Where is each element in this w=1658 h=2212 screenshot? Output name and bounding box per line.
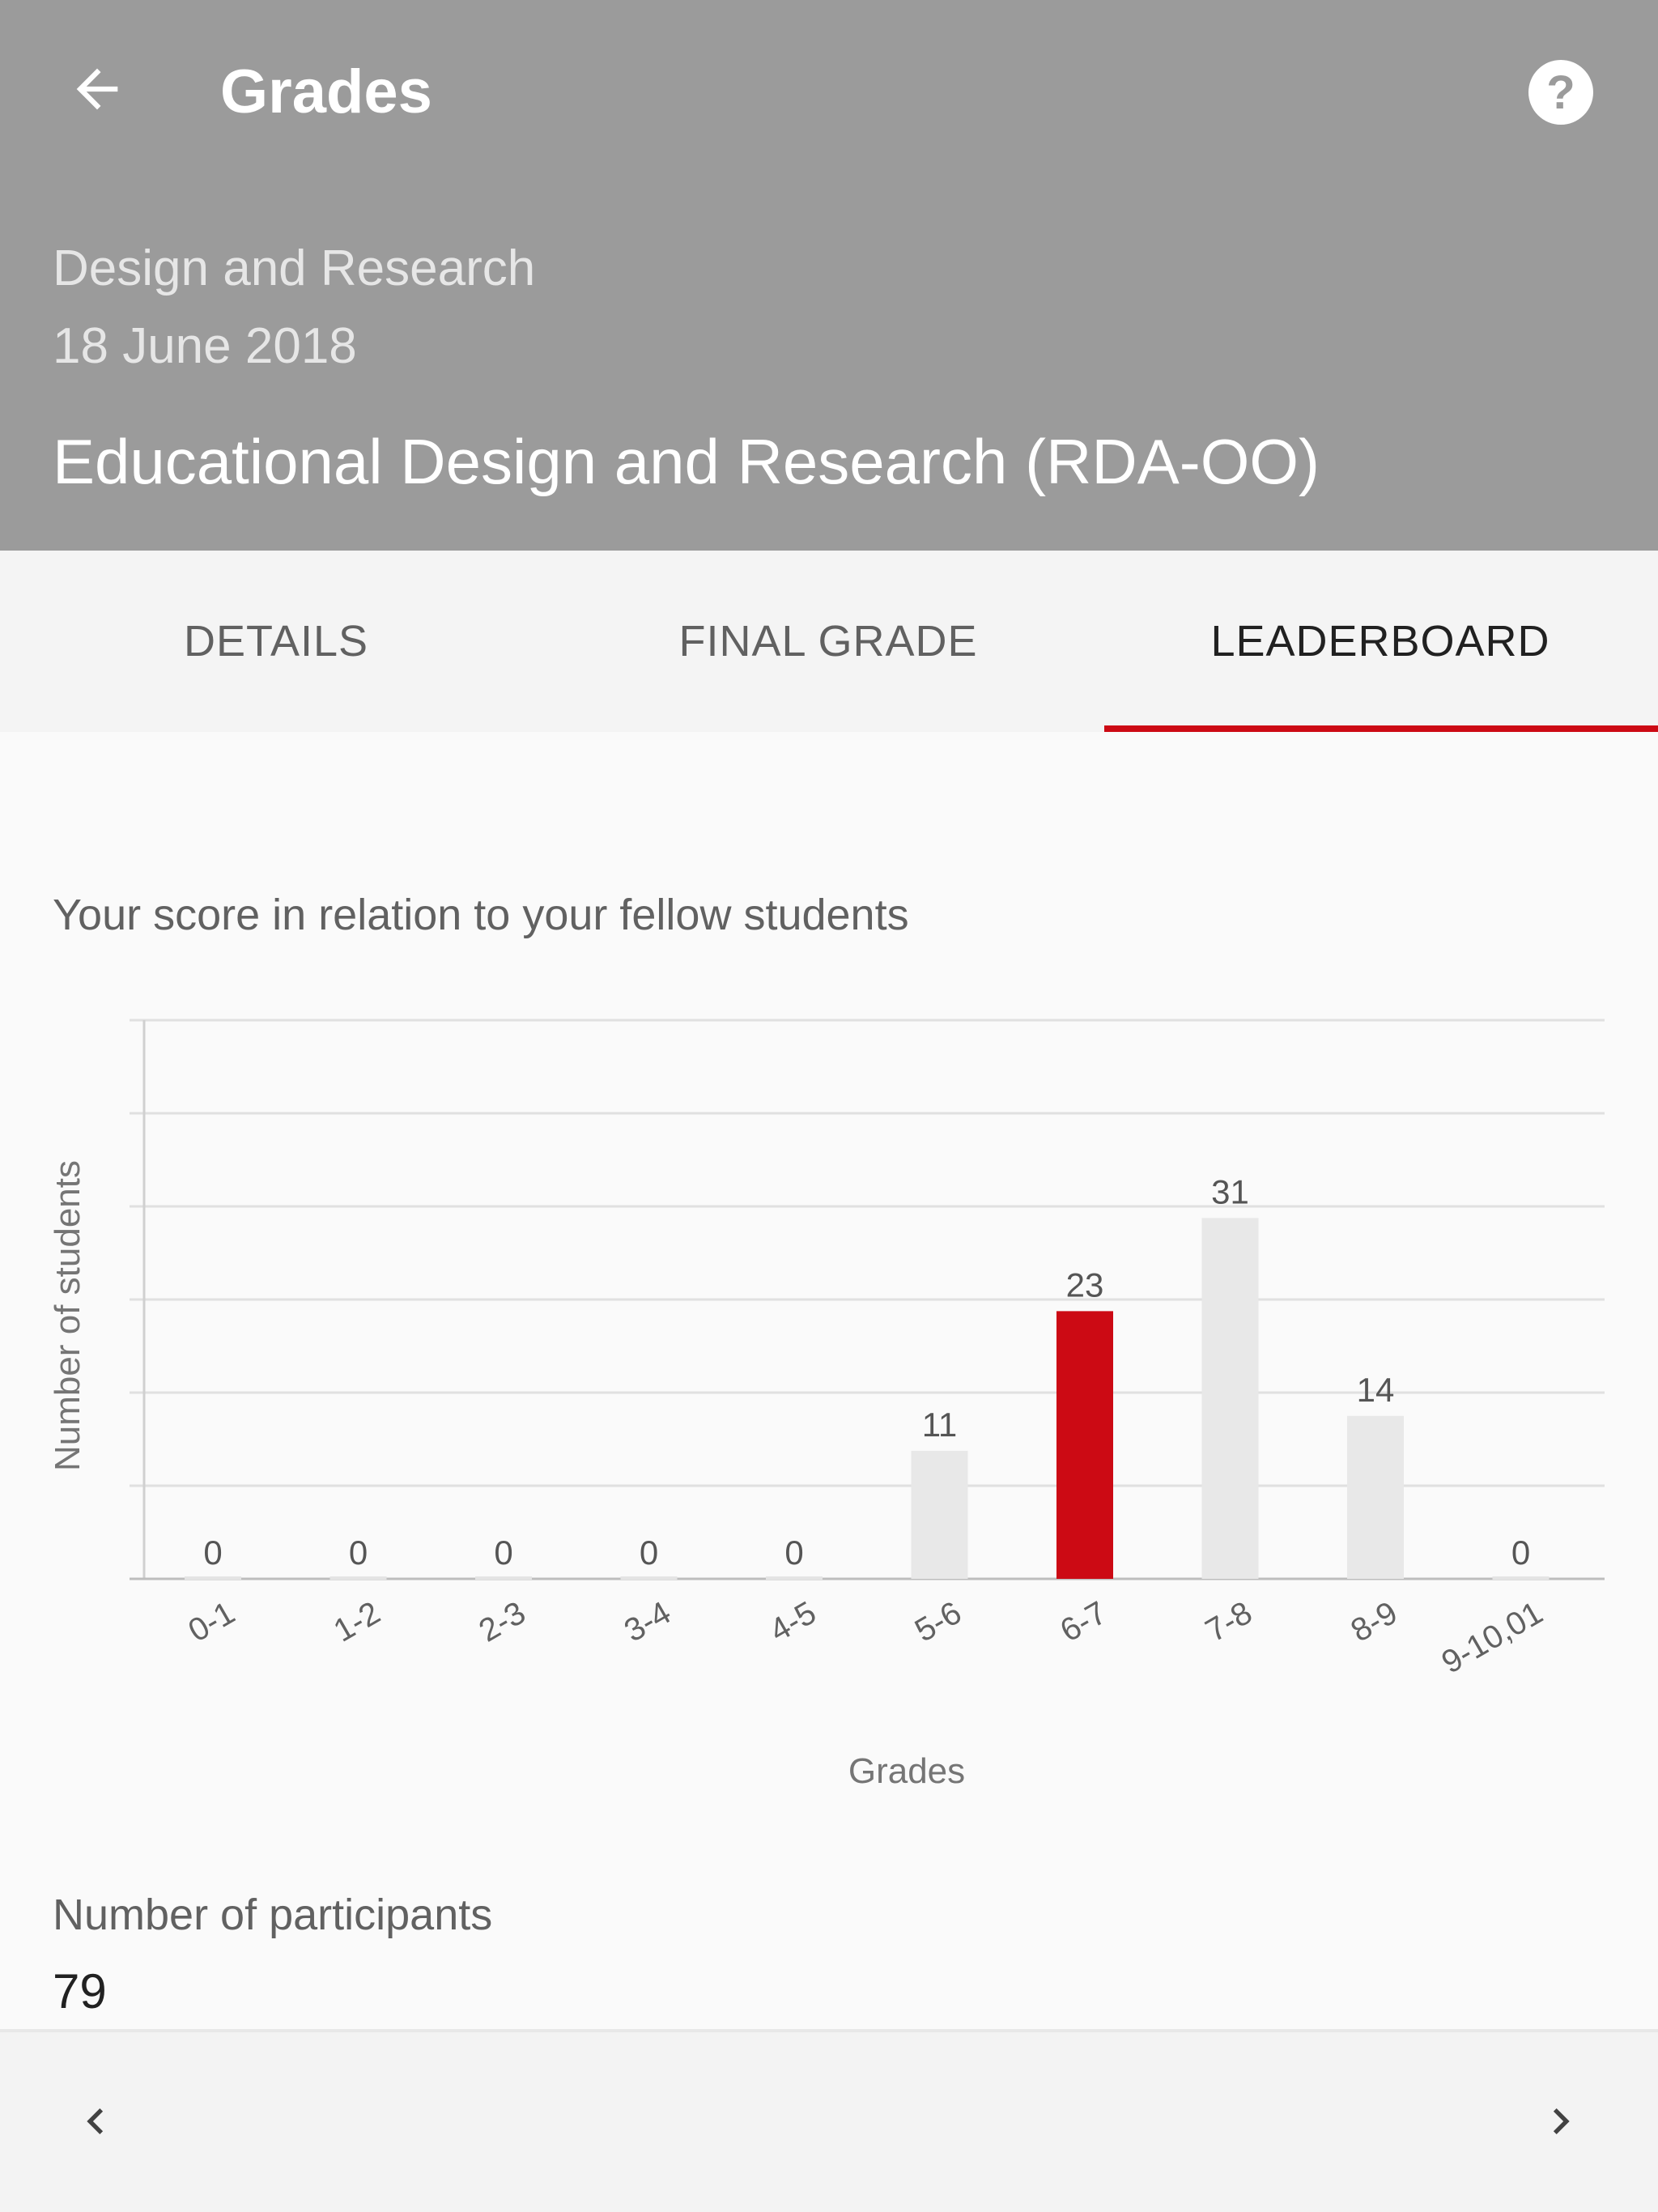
chart-bar-highlighted	[1056, 1311, 1113, 1579]
bar-value-label: 23	[1066, 1266, 1104, 1304]
bar-value-label: 0	[640, 1534, 658, 1572]
chart-bar	[1347, 1415, 1404, 1579]
page-title: Grades	[220, 57, 432, 126]
grade-distribution-chart: 0 0-1 0 1-2 0 2-3 0 3-4 0 4-5 11 5-6 23 6-7 31 7-8 14 8-9…	[48, 1019, 1605, 1791]
tab-leaderboard[interactable]: LEADERBOARD	[1104, 551, 1656, 732]
active-tab-indicator	[1104, 725, 1658, 732]
help-button[interactable]: ?	[1522, 53, 1600, 131]
next-button[interactable]	[1520, 2081, 1601, 2162]
svg-text:?: ?	[1546, 66, 1575, 119]
bar-value-label: 11	[922, 1406, 958, 1444]
x-tick-label: 6-7	[1054, 1595, 1112, 1649]
chart-caption: Your score in relation to your fellow st…	[53, 891, 909, 939]
bar-value-label: 0	[203, 1534, 222, 1572]
x-tick-label: 2-3	[473, 1595, 531, 1649]
tab-details[interactable]: DETAILS	[0, 551, 552, 732]
previous-button[interactable]	[55, 2081, 136, 2162]
bar-value-label: 0	[494, 1534, 512, 1572]
x-tick-label: 4-5	[763, 1595, 822, 1649]
course-name: Educational Design and Research (RDA-OO)	[53, 426, 1320, 497]
participants-count: 79	[53, 1964, 107, 2018]
bottom-navigation	[0, 2029, 1658, 2212]
tab-final-grade[interactable]: FINAL GRADE	[552, 551, 1104, 732]
x-tick-label: 9-10,01	[1436, 1595, 1549, 1681]
app-bar: Grades ? Design and Research 18 June 201…	[0, 0, 1658, 551]
chevron-left-icon	[87, 2108, 104, 2134]
chart-bar	[1201, 1218, 1259, 1579]
chart-labels: 0 0-1 0 1-2 0 2-3 0 3-4 0 4-5 11 5-6 23 6-7 31 7-8 14 8-9…	[182, 1172, 1549, 1680]
bar-value-label: 0	[784, 1534, 803, 1572]
bar-value-label: 0	[349, 1534, 368, 1572]
participants-label: Number of participants	[53, 1891, 493, 1939]
arrow-left-icon	[76, 68, 118, 110]
y-axis-label: Number of students	[48, 1160, 87, 1471]
course-date: 18 June 2018	[53, 318, 357, 374]
chevron-right-icon	[1553, 2108, 1570, 2134]
x-tick-label: 1-2	[328, 1595, 386, 1649]
chart-bar	[911, 1450, 968, 1579]
help-circle-icon: ?	[1528, 60, 1593, 125]
course-category: Design and Research	[53, 240, 536, 296]
bar-value-label: 14	[1357, 1371, 1395, 1409]
back-button[interactable]	[58, 50, 136, 128]
tab-bar: DETAILS FINAL GRADE LEADERBOARD	[0, 551, 1658, 732]
x-tick-label: 7-8	[1200, 1595, 1258, 1649]
x-tick-label: 5-6	[909, 1595, 967, 1649]
x-tick-label: 3-4	[619, 1595, 677, 1649]
bar-value-label: 31	[1211, 1172, 1249, 1210]
bar-value-label: 0	[1511, 1534, 1530, 1572]
x-tick-label: 0-1	[182, 1595, 240, 1649]
x-tick-label: 8-9	[1345, 1595, 1403, 1649]
chart-bars	[185, 1218, 1550, 1580]
x-axis-label: Grades	[848, 1751, 965, 1791]
